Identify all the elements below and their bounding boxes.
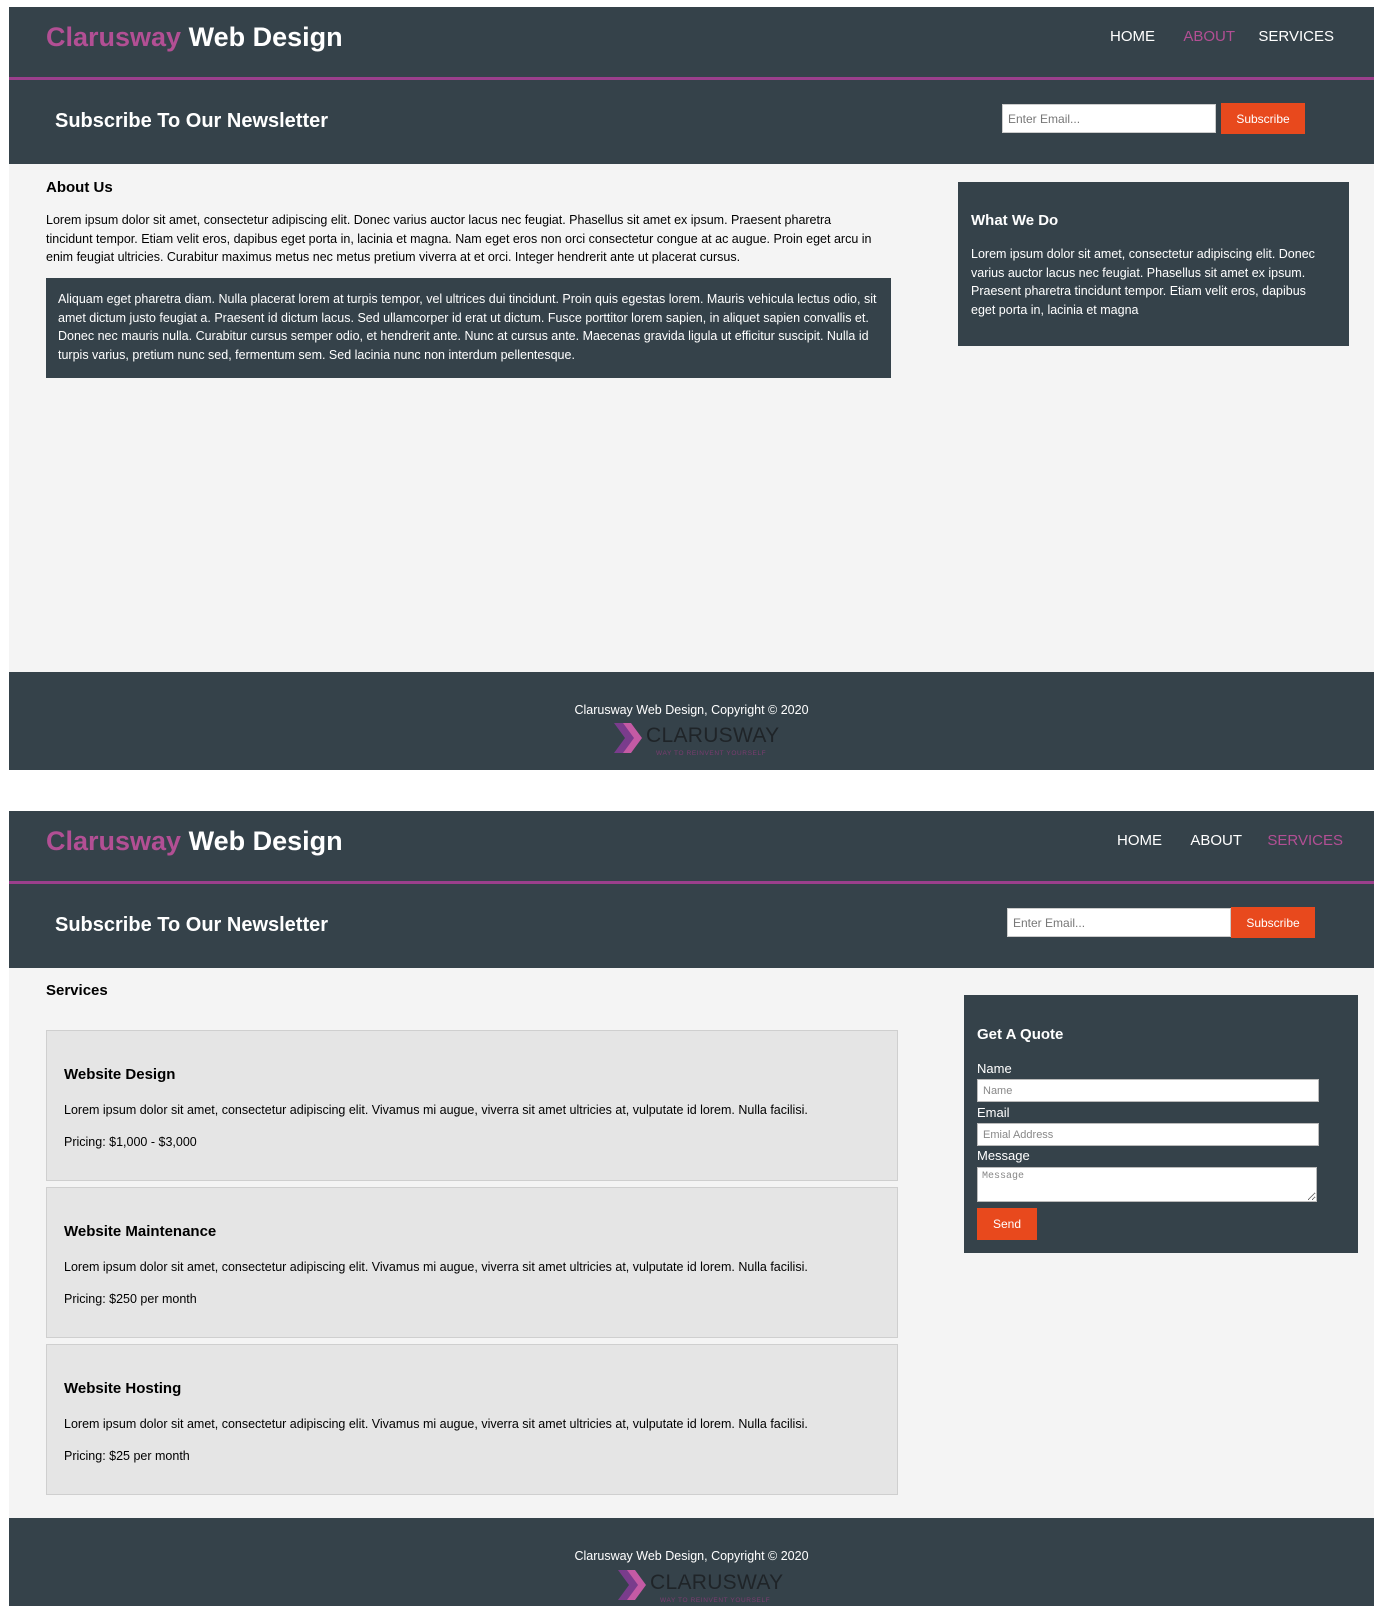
- what-we-do-title: What We Do: [971, 212, 1059, 229]
- services-page: Clarusway Web Design HOME ABOUT SERVICES…: [9, 811, 1374, 1606]
- subscribe-button[interactable]: Subscribe: [1221, 103, 1305, 134]
- clarusway-logo-icon: [614, 723, 642, 753]
- brand-name: CLARUSWAY: [650, 1571, 784, 1594]
- quote-message-textarea[interactable]: [977, 1167, 1317, 1202]
- site-footer: Clarusway Web Design, Copyright © 2020 C…: [9, 1518, 1374, 1606]
- newsletter-title: Subscribe To Our Newsletter: [55, 914, 329, 936]
- newsletter-email-input[interactable]: [1002, 104, 1216, 133]
- newsletter-bar: Subscribe To Our Newsletter Subscribe: [9, 80, 1374, 164]
- services-title: Services: [46, 982, 108, 999]
- brand-tagline: WAY TO REINVENT YOURSELF: [656, 750, 767, 757]
- service-card-maintenance: Website Maintenance Lorem ipsum dolor si…: [46, 1187, 898, 1338]
- nav-home[interactable]: HOME: [1110, 27, 1155, 47]
- about-page: Clarusway Web Design HOME ABOUT SERVICES…: [9, 7, 1374, 770]
- logo-accent-text: Clarusway: [46, 22, 182, 52]
- service-pricing: Pricing: $250 per month: [64, 1292, 197, 1306]
- about-paragraph: Lorem ipsum dolor sit amet, consectetur …: [46, 213, 872, 264]
- subscribe-button[interactable]: Subscribe: [1231, 907, 1315, 938]
- logo-rest-text: Web Design: [181, 22, 343, 52]
- newsletter-title: Subscribe To Our Newsletter: [55, 110, 329, 132]
- quote-name-input[interactable]: [977, 1079, 1319, 1102]
- service-description: Lorem ipsum dolor sit amet, consectetur …: [64, 1260, 808, 1274]
- logo-accent-text: Clarusway: [46, 826, 182, 856]
- quote-name-label: Name: [977, 1061, 1012, 1076]
- about-dark-paragraph: Aliquam eget pharetra diam. Nulla placer…: [58, 292, 877, 362]
- brand-name: CLARUSWAY: [646, 724, 780, 747]
- site-logo[interactable]: Clarusway Web Design: [46, 825, 343, 857]
- clarusway-logo-icon: [618, 1570, 646, 1600]
- service-name: Website Maintenance: [64, 1223, 217, 1240]
- nav-about[interactable]: ABOUT: [1190, 831, 1242, 851]
- site-footer: Clarusway Web Design, Copyright © 2020 C…: [9, 672, 1374, 770]
- nav-home[interactable]: HOME: [1117, 831, 1162, 851]
- site-header: Clarusway Web Design HOME ABOUT SERVICES: [9, 811, 1374, 884]
- quote-send-button[interactable]: Send: [977, 1208, 1037, 1240]
- service-card-hosting: Website Hosting Lorem ipsum dolor sit am…: [46, 1344, 898, 1495]
- clarusway-brand[interactable]: CLARUSWAY WAY TO REINVENT YOURSELF: [616, 1568, 796, 1606]
- service-description: Lorem ipsum dolor sit amet, consectetur …: [64, 1103, 808, 1117]
- about-dark-box: Aliquam eget pharetra diam. Nulla placer…: [46, 278, 891, 378]
- service-pricing: Pricing: $1,000 - $3,000: [64, 1135, 197, 1149]
- site-header: Clarusway Web Design HOME ABOUT SERVICES: [9, 7, 1374, 80]
- quote-message-label: Message: [977, 1148, 1030, 1163]
- quote-email-label: Email: [977, 1105, 1010, 1120]
- clarusway-brand[interactable]: CLARUSWAY WAY TO REINVENT YOURSELF: [612, 721, 792, 759]
- footer-copyright: Clarusway Web Design, Copyright © 2020: [574, 1549, 809, 1563]
- newsletter-email-input[interactable]: [1007, 908, 1231, 937]
- service-description: Lorem ipsum dolor sit amet, consectetur …: [64, 1417, 808, 1431]
- site-logo[interactable]: Clarusway Web Design: [46, 21, 343, 53]
- logo-rest-text: Web Design: [181, 826, 343, 856]
- what-we-do-sidebar: What We Do Lorem ipsum dolor sit amet, c…: [958, 182, 1349, 346]
- quote-title: Get A Quote: [977, 1026, 1064, 1043]
- about-title: About Us: [46, 179, 113, 196]
- quote-email-input[interactable]: [977, 1123, 1319, 1146]
- service-card-design: Website Design Lorem ipsum dolor sit ame…: [46, 1030, 898, 1181]
- what-we-do-text: Lorem ipsum dolor sit amet, consectetur …: [971, 247, 1315, 317]
- service-name: Website Design: [64, 1066, 176, 1083]
- nav-about[interactable]: ABOUT: [1183, 27, 1235, 47]
- newsletter-bar: Subscribe To Our Newsletter Subscribe: [9, 884, 1374, 968]
- nav-services[interactable]: SERVICES: [1258, 27, 1334, 47]
- footer-copyright: Clarusway Web Design, Copyright © 2020: [574, 703, 809, 717]
- brand-tagline: WAY TO REINVENT YOURSELF: [660, 1597, 771, 1604]
- service-name: Website Hosting: [64, 1380, 182, 1397]
- get-quote-panel: Get A Quote Name Email Message Send: [964, 995, 1358, 1253]
- service-pricing: Pricing: $25 per month: [64, 1449, 190, 1463]
- nav-services[interactable]: SERVICES: [1267, 831, 1343, 851]
